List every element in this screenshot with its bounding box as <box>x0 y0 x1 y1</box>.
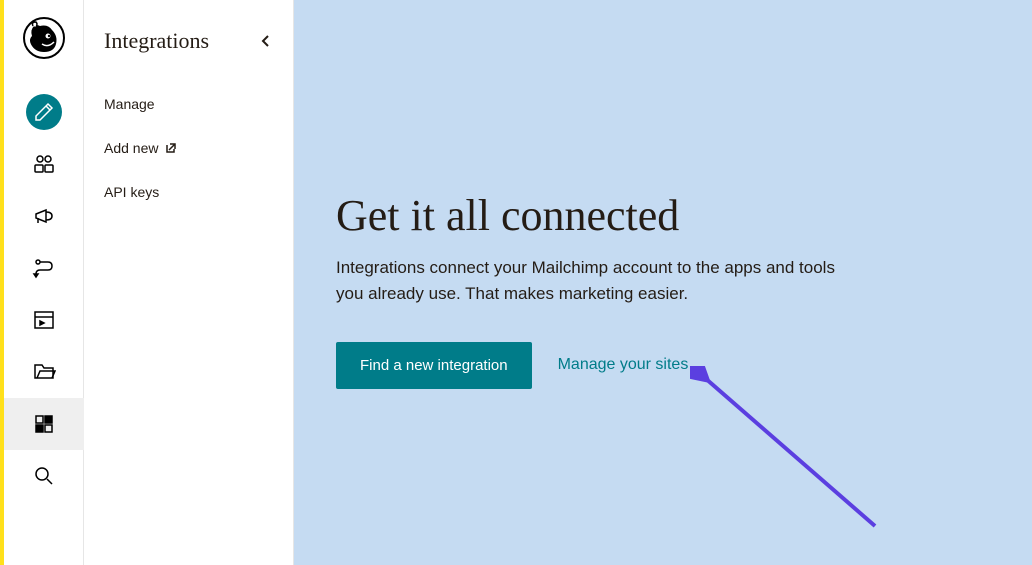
rail-audience[interactable] <box>4 138 84 190</box>
window-icon <box>32 308 56 332</box>
icon-rail <box>4 0 84 565</box>
freddie-icon <box>22 16 66 60</box>
rail-content[interactable] <box>4 346 84 398</box>
rail-automations[interactable] <box>4 242 84 294</box>
rail-campaigns[interactable] <box>4 190 84 242</box>
sub-nav-label: Manage <box>104 96 155 112</box>
rail-search[interactable] <box>4 450 84 502</box>
main-panel: Get it all connected Integrations connec… <box>294 0 1032 565</box>
action-row: Find a new integration Manage your sites <box>336 342 972 389</box>
external-link-icon <box>164 142 176 154</box>
folder-icon <box>32 360 56 384</box>
rail-integrations[interactable] <box>4 398 84 450</box>
rail-website[interactable] <box>4 294 84 346</box>
chevron-left-icon[interactable] <box>259 34 273 48</box>
sub-nav-item-api-keys[interactable]: API keys <box>84 170 293 214</box>
manage-sites-link[interactable]: Manage your sites <box>558 356 689 374</box>
people-icon <box>32 152 56 176</box>
rail-create[interactable] <box>4 86 84 138</box>
find-integration-button[interactable]: Find a new integration <box>336 342 532 389</box>
page-title: Get it all connected <box>336 190 972 241</box>
sub-nav-label: Add new <box>104 140 158 156</box>
grid-icon <box>32 412 56 436</box>
pencil-icon <box>32 100 56 124</box>
sub-nav-item-manage[interactable]: Manage <box>84 82 293 126</box>
journey-icon <box>32 256 56 280</box>
sub-nav-item-add-new[interactable]: Add new <box>84 126 293 170</box>
sub-nav-title: Integrations <box>104 28 209 54</box>
sub-nav-label: API keys <box>104 184 159 200</box>
sub-nav-header: Integrations <box>84 28 293 54</box>
search-icon <box>32 464 56 488</box>
page-description: Integrations connect your Mailchimp acco… <box>336 255 856 308</box>
sub-nav: Integrations Manage Add new API keys <box>84 0 294 565</box>
megaphone-icon <box>32 204 56 228</box>
mailchimp-logo[interactable] <box>22 16 66 60</box>
